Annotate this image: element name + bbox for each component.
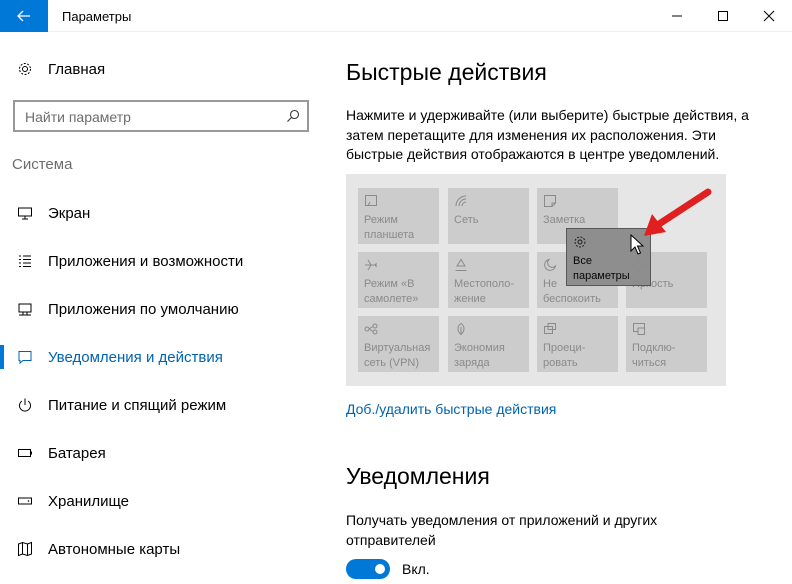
close-button[interactable] xyxy=(746,0,792,32)
title-bar: Параметры xyxy=(0,0,792,32)
toggle-label: Вкл. xyxy=(402,561,430,577)
default-apps-icon xyxy=(15,299,35,319)
tile-tablet-mode[interactable]: Режим планшета xyxy=(358,188,439,244)
minimize-button[interactable] xyxy=(654,0,700,32)
search-box[interactable] xyxy=(13,100,309,132)
airplane-icon xyxy=(365,259,377,271)
toggle-knob xyxy=(375,564,385,574)
back-arrow-icon xyxy=(17,10,30,22)
nav-item-label: Экран xyxy=(48,204,91,222)
nav-item-notifications[interactable]: Уведомления и действия xyxy=(0,337,320,377)
nav-item-label: Автономные карты xyxy=(48,540,181,558)
battery-saver-icon xyxy=(457,322,465,336)
notification-icon xyxy=(15,347,35,367)
nav-item-label: Хранилище xyxy=(48,492,129,510)
tile-label: Заметка xyxy=(543,214,586,226)
moon-icon xyxy=(544,258,557,271)
nav-home[interactable]: Главная xyxy=(0,54,320,84)
nav-item-display[interactable]: Экран xyxy=(0,193,320,233)
tile-vpn[interactable]: Виртуальная сеть (VPN) xyxy=(358,316,439,372)
tile-project[interactable]: Проеци- ровать xyxy=(537,316,618,372)
nav-home-label: Главная xyxy=(48,60,106,78)
tile-label: Режим планшета xyxy=(364,214,415,241)
location-icon xyxy=(455,258,467,271)
tile-label: Режим «В самолете» xyxy=(364,278,419,305)
notifications-title: Уведомления xyxy=(346,463,490,489)
battery-icon xyxy=(15,443,35,463)
note-icon xyxy=(544,195,556,207)
window-title: Параметры xyxy=(62,9,132,24)
tile-label: Экономия заряда xyxy=(454,342,505,369)
active-indicator xyxy=(0,345,4,369)
network-icon xyxy=(455,195,467,207)
monitor-icon xyxy=(15,203,35,223)
close-icon xyxy=(763,10,775,22)
back-button[interactable] xyxy=(0,0,48,32)
power-icon xyxy=(15,395,35,415)
tile-network[interactable]: Сеть xyxy=(448,188,529,244)
nav-item-label: Приложения и возможности xyxy=(48,252,244,270)
maximize-icon xyxy=(718,11,728,21)
notifications-description: Получать уведомления от приложений и дру… xyxy=(346,512,658,548)
gear-icon xyxy=(15,59,35,79)
tile-label: Виртуальная сеть (VPN) xyxy=(364,342,431,369)
settings-nav: Главная Система Экран Приложения и возмо… xyxy=(0,32,320,584)
nav-item-label: Батарея xyxy=(48,444,106,462)
add-remove-quick-actions-link[interactable]: Доб./удалить быстрые действия xyxy=(346,401,556,417)
tablet-mode-icon xyxy=(365,195,377,206)
nav-item-offline-maps[interactable]: Автономные карты xyxy=(0,529,320,569)
tile-label: Подклю- читься xyxy=(632,342,676,369)
quick-actions-title: Быстрые действия xyxy=(346,59,547,85)
tile-battery-saver[interactable]: Экономия заряда xyxy=(448,316,529,372)
gear-icon xyxy=(574,236,586,248)
tile-label: Сеть xyxy=(454,214,479,226)
tile-connect[interactable]: Подклю- читься xyxy=(626,316,707,372)
annotation-arrow-icon xyxy=(644,188,712,236)
tile-label: Проеци- ровать xyxy=(543,342,586,369)
search-input[interactable] xyxy=(25,108,275,126)
notifications-toggle[interactable] xyxy=(346,559,390,579)
nav-item-storage[interactable]: Хранилище xyxy=(0,481,320,521)
minimize-icon xyxy=(672,15,682,17)
nav-item-label: Уведомления и действия xyxy=(48,348,223,366)
tile-label: Все параметры xyxy=(573,255,630,282)
quick-actions-description: Нажмите и удерживайте (или выберите) быс… xyxy=(346,107,749,162)
offline-maps-icon xyxy=(15,539,35,559)
vpn-icon xyxy=(364,323,378,335)
nav-item-default-apps[interactable]: Приложения по умолчанию xyxy=(0,289,320,329)
tile-label: Местополо- жение xyxy=(454,278,515,305)
tile-airplane-mode[interactable]: Режим «В самолете» xyxy=(358,252,439,308)
connect-icon xyxy=(633,323,645,335)
tile-location[interactable]: Местополо- жение xyxy=(448,252,529,308)
storage-icon xyxy=(15,491,35,511)
nav-item-apps[interactable]: Приложения и возможности xyxy=(0,241,320,281)
apps-list-icon xyxy=(15,251,35,271)
maximize-button[interactable] xyxy=(700,0,746,32)
search-icon xyxy=(287,109,300,122)
section-label: Система xyxy=(12,156,73,173)
nav-item-label: Приложения по умолчанию xyxy=(48,300,239,318)
nav-item-label: Питание и спящий режим xyxy=(48,396,227,414)
nav-item-battery[interactable]: Батарея xyxy=(0,433,320,473)
main-content: Быстрые действия Нажмите и удерживайте (… xyxy=(320,32,792,584)
nav-item-power[interactable]: Питание и спящий режим xyxy=(0,385,320,425)
project-icon xyxy=(544,323,556,334)
